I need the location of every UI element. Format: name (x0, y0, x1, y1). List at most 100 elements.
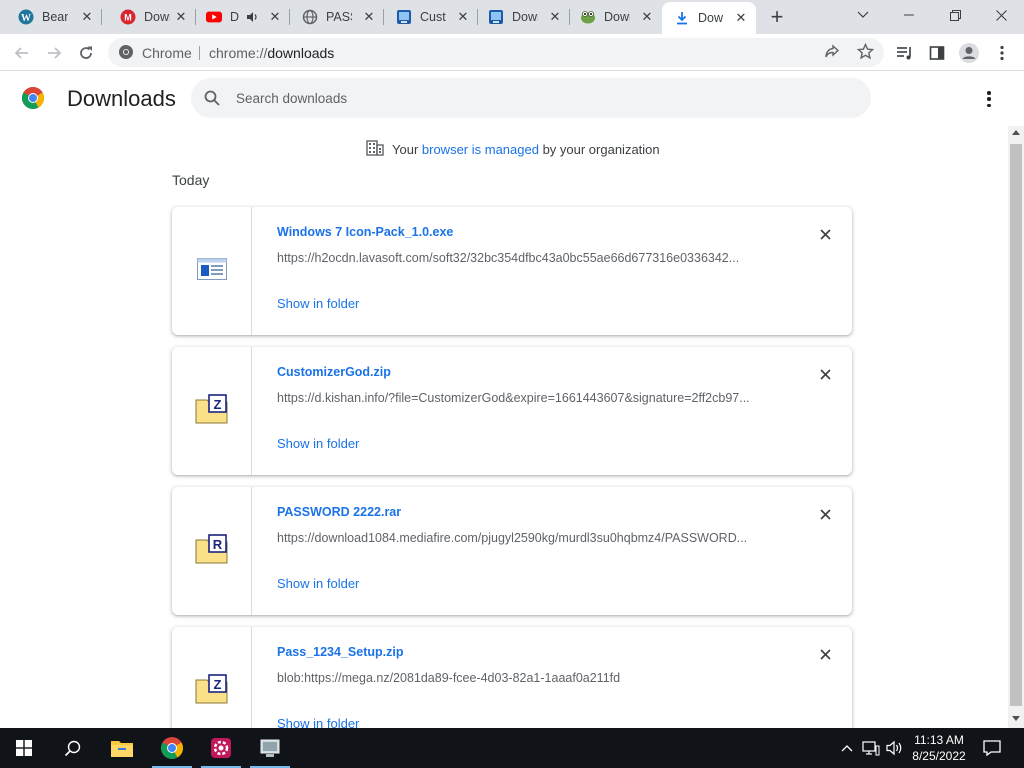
network-icon[interactable] (860, 728, 882, 768)
chrome-logo-icon (21, 86, 45, 115)
show-in-folder-link[interactable]: Show in folder (277, 436, 359, 451)
browser-toolbar: Chrome chrome://downloads (0, 34, 1024, 71)
notifications-icon[interactable] (980, 728, 1004, 768)
chrome-menu-button[interactable] (989, 40, 1015, 66)
gear-app-icon (211, 738, 231, 758)
address-bar[interactable]: Chrome chrome://downloads (108, 38, 884, 67)
show-in-folder-link[interactable]: Show in folder (277, 716, 359, 728)
managed-suffix: by your organization (538, 142, 660, 157)
tab-wordpress[interactable]: W Beam ✕ (0, 0, 102, 34)
close-tab-icon[interactable]: ✕ (80, 10, 94, 24)
folder-icon (111, 741, 133, 757)
tab-youtube[interactable]: D ✕ (196, 0, 290, 34)
download-filename-link[interactable]: Pass_1234_Setup.zip (277, 645, 403, 659)
zip-archive-icon: Z (195, 673, 229, 709)
download-source-url[interactable]: https://d.kishan.info/?file=CustomizerGo… (277, 391, 777, 405)
remove-download-button[interactable] (816, 505, 834, 523)
scroll-down-arrow-icon[interactable] (1012, 716, 1020, 721)
url-text[interactable]: chrome://downloads (209, 45, 334, 61)
taskbar-search-button[interactable] (48, 728, 96, 768)
chevron-up-icon (841, 745, 853, 752)
speaker-icon[interactable] (246, 11, 258, 23)
managed-link[interactable]: browser is managed (422, 142, 539, 157)
downloads-list-area: Your browser is managed by your organiza… (0, 126, 1008, 728)
media-queue-icon (897, 47, 911, 60)
show-in-folder-link[interactable]: Show in folder (277, 296, 359, 311)
tab-downloads-active[interactable]: Dow ✕ (662, 2, 756, 34)
mega-icon: M (120, 9, 136, 25)
remove-download-button[interactable] (816, 225, 834, 243)
tab-label: Down (512, 10, 538, 24)
new-tab-button[interactable]: + (766, 6, 788, 29)
scroll-up-arrow-icon[interactable] (1012, 130, 1020, 135)
forward-arrow-icon (48, 47, 62, 59)
close-tab-icon[interactable]: ✕ (640, 10, 654, 24)
chrome-logo-icon (118, 44, 134, 65)
close-window-button[interactable] (978, 0, 1024, 30)
close-tab-icon[interactable]: ✕ (174, 10, 188, 24)
taskbar-file-explorer[interactable] (98, 728, 146, 768)
download-source-url[interactable]: https://download1084.mediafire.com/pjugy… (277, 531, 777, 545)
download-source-url[interactable]: https://h2ocdn.lavasoft.com/soft32/32bc3… (277, 251, 777, 265)
windows-taskbar: 11:13 AM 8/25/2022 (0, 728, 1024, 768)
url-scheme: chrome:// (209, 45, 268, 61)
downloads-menu-button[interactable] (979, 88, 999, 110)
kebab-menu-icon (1000, 45, 1004, 61)
close-tab-icon[interactable]: ✕ (268, 10, 282, 24)
tab-search-icon[interactable] (840, 0, 886, 30)
remove-download-button[interactable] (816, 645, 834, 663)
show-in-folder-link[interactable]: Show in folder (277, 576, 359, 591)
svg-text:Z: Z (213, 397, 221, 412)
tab-customizer[interactable]: Custo ✕ (384, 0, 478, 34)
taskbar-app-gear[interactable] (197, 728, 245, 768)
tab-mega[interactable]: M Down ✕ (102, 0, 196, 34)
forward-button[interactable] (41, 40, 67, 66)
search-box[interactable] (191, 78, 871, 118)
profile-button[interactable] (956, 40, 982, 66)
download-source-url[interactable]: blob:https://mega.nz/2081da89-fcee-4d03-… (277, 671, 777, 685)
taskbar-clock[interactable]: 11:13 AM 8/25/2022 (905, 732, 973, 764)
media-controls-button[interactable] (892, 40, 918, 66)
tab-label: Custo (420, 10, 446, 24)
download-item: R PASSWORD 2222.rar https://download1084… (172, 487, 852, 615)
download-filename-link[interactable]: CustomizerGod.zip (277, 365, 391, 379)
remove-download-button[interactable] (816, 365, 834, 383)
taskbar-app-customizer[interactable] (246, 728, 294, 768)
volume-icon[interactable] (884, 728, 906, 768)
side-panel-button[interactable] (924, 40, 950, 66)
page-scrollbar[interactable] (1008, 126, 1024, 728)
close-tab-icon[interactable]: ✕ (548, 10, 562, 24)
download-filename-link[interactable]: PASSWORD 2222.rar (277, 505, 401, 519)
tab-label: Beam (42, 10, 68, 24)
tab-password[interactable]: PASS ✕ (290, 0, 384, 34)
restore-button[interactable] (932, 0, 978, 30)
url-path: downloads (267, 45, 335, 61)
minimize-button[interactable] (886, 0, 932, 30)
reload-button[interactable] (73, 40, 99, 66)
share-icon[interactable] (824, 44, 840, 65)
bookmark-star-icon[interactable] (856, 42, 875, 65)
close-tab-icon[interactable]: ✕ (456, 10, 470, 24)
customizer-icon (488, 9, 504, 25)
tab-frog-download[interactable]: Down ✕ (570, 0, 662, 34)
download-filename-link[interactable]: Windows 7 Icon-Pack_1.0.exe (277, 225, 453, 239)
start-button[interactable] (0, 728, 48, 768)
close-icon (819, 648, 831, 660)
download-icon (674, 10, 690, 26)
close-tab-icon[interactable]: ✕ (734, 11, 748, 25)
rar-archive-icon: R (195, 533, 229, 569)
page-title: Downloads (67, 86, 176, 111)
managed-prefix: Your (392, 142, 422, 157)
scroll-thumb[interactable] (1010, 144, 1022, 706)
tab-label: Down (144, 10, 170, 24)
exe-icon (196, 257, 227, 285)
tab-customizer-download[interactable]: Down ✕ (478, 0, 570, 34)
close-tab-icon[interactable]: ✕ (362, 10, 376, 24)
search-input[interactable] (236, 78, 836, 118)
show-hidden-icons-button[interactable] (838, 728, 856, 768)
tab-label: D (230, 10, 240, 24)
taskbar-chrome[interactable] (148, 728, 196, 768)
close-icon (819, 368, 831, 380)
chrome-logo-icon (161, 737, 183, 759)
back-button[interactable] (9, 40, 35, 66)
